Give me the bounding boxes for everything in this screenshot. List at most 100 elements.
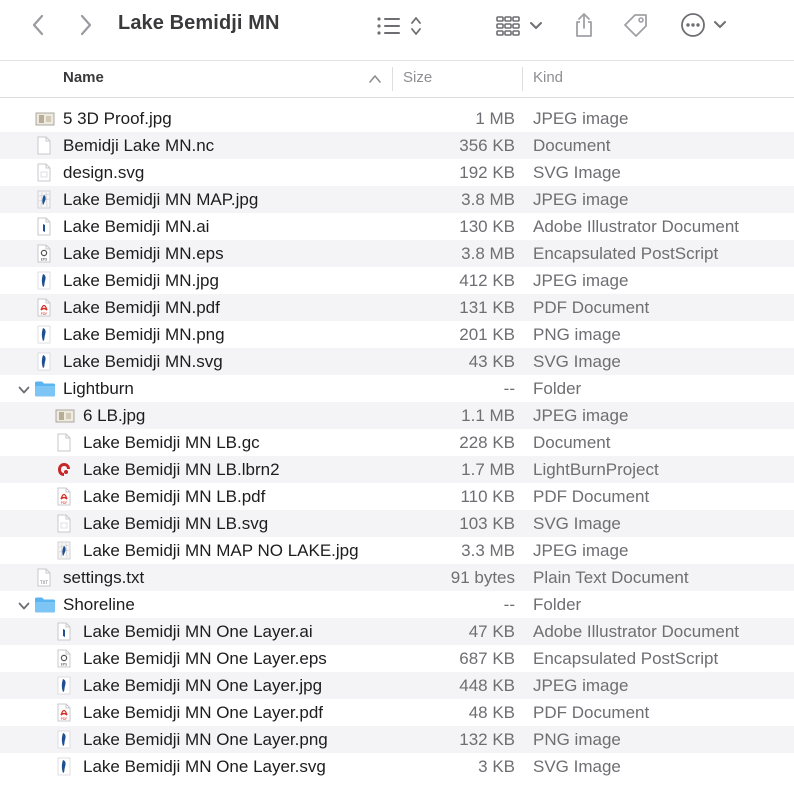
file-kind: Folder (533, 379, 582, 398)
file-size: 131 KB (459, 298, 515, 317)
file-row[interactable]: EPS Lake Bemidji MN.eps 3.8 MB Encapsulated… (0, 240, 794, 267)
file-kind: JPEG image (533, 190, 629, 209)
file-name: Lake Bemidji MN LB.pdf (83, 487, 266, 506)
file-row[interactable]: Lake Bemidji MN LB.lbrn2 1.7 MB LightBurnP… (0, 456, 794, 483)
eps-file-icon: EPS (55, 649, 75, 668)
back-button[interactable] (26, 12, 50, 38)
file-row[interactable]: design.svg 192 KB SVG Image (0, 159, 794, 186)
file-kind: Document (533, 433, 611, 452)
share-button[interactable] (570, 10, 598, 40)
file-name: Lake Bemidji MN MAP NO LAKE.jpg (83, 541, 359, 560)
file-row[interactable]: 5 3D Proof.jpg 1 MB JPEG image (0, 105, 794, 132)
forward-button[interactable] (74, 12, 98, 38)
file-row[interactable]: PDF Lake Bemidji MN.pdf 131 KB PDF Document (0, 294, 794, 321)
file-row[interactable]: Lake Bemidji MN.png 201 KB PNG image (0, 321, 794, 348)
file-size: 3.8 MB (461, 244, 515, 263)
jpeg-thumbnail-icon (35, 109, 55, 128)
file-size: 48 KB (468, 703, 515, 722)
column-kind-header[interactable]: Kind (533, 69, 563, 86)
file-size: 3.8 MB (461, 190, 515, 209)
file-row[interactable]: Lake Bemidji MN One Layer.ai 47 KB Adobe I… (0, 618, 794, 645)
file-row[interactable]: Bemidji Lake MN.nc 356 KB Document (0, 132, 794, 159)
column-size-header[interactable]: Size (403, 69, 432, 86)
list-view-icon (377, 17, 421, 35)
file-row[interactable]: Lake Bemidji MN LB.svg 103 KB SVG Image (0, 510, 794, 537)
folder-icon (34, 595, 56, 614)
file-name: Lake Bemidji MN.pdf (63, 298, 220, 317)
file-row[interactable]: EPS Lake Bemidji MN One Layer.eps 687 KB En… (0, 645, 794, 672)
file-name: Shoreline (63, 595, 135, 614)
lake-thumbnail-icon (55, 676, 75, 695)
column-divider[interactable] (522, 67, 523, 91)
file-name: Lake Bemidji MN One Layer.png (83, 730, 328, 749)
file-name: Lake Bemidji MN.ai (63, 217, 210, 236)
file-kind: Adobe Illustrator Document (533, 217, 739, 236)
file-row[interactable]: Lake Bemidji MN LB.gc 228 KB Document (0, 429, 794, 456)
lightburn-icon (55, 460, 75, 479)
file-size: 412 KB (459, 271, 515, 290)
view-options-button[interactable] (374, 12, 426, 40)
file-kind: SVG Image (533, 757, 621, 776)
file-row[interactable]: PDF Lake Bemidji MN LB.pdf 110 KB PDF Docum… (0, 483, 794, 510)
chevron-left-icon (32, 14, 44, 36)
document-icon (55, 433, 75, 452)
file-size: 3.3 MB (461, 541, 515, 560)
file-size: 1.7 MB (461, 460, 515, 479)
file-size: 43 KB (468, 352, 515, 371)
file-row[interactable]: Lake Bemidji MN MAP NO LAKE.jpg 3.3 MB JPE… (0, 537, 794, 564)
file-row[interactable]: TXT settings.txt 91 bytes Plain Text Docume… (0, 564, 794, 591)
file-name: Lake Bemidji MN One Layer.jpg (83, 676, 323, 695)
column-name-header[interactable]: Name (63, 69, 104, 86)
file-row[interactable]: Lake Bemidji MN.svg 43 KB SVG Image (0, 348, 794, 375)
file-row[interactable]: Lake Bemidji MN One Layer.svg 3 KB SVG Ima… (0, 753, 794, 780)
svg-text:TXT: TXT (39, 580, 48, 585)
file-row[interactable]: Lake Bemidji MN.jpg 412 KB JPEG image (0, 267, 794, 294)
lake-thumbnail-icon (35, 325, 55, 344)
file-size: 110 KB (460, 487, 515, 506)
file-name: Lake Bemidji MN One Layer.ai (83, 622, 313, 641)
eps-file-icon: EPS (35, 244, 55, 263)
file-row[interactable]: Lake Bemidji MN.ai 130 KB Adobe Illustrato… (0, 213, 794, 240)
disclosure-triangle-icon[interactable] (18, 599, 30, 611)
file-row[interactable]: Lake Bemidji MN One Layer.png 132 KB PNG i… (0, 726, 794, 753)
file-name: Bemidji Lake MN.nc (63, 136, 215, 155)
file-size: 1.1 MB (461, 406, 515, 425)
lake-thumbnail-icon (55, 730, 75, 749)
disclosure-triangle-icon[interactable] (18, 383, 30, 395)
file-kind: Encapsulated PostScript (533, 649, 719, 668)
svg-text:EPS: EPS (61, 663, 68, 667)
file-name: Lake Bemidji MN One Layer.pdf (83, 703, 324, 722)
file-kind: PNG image (533, 325, 621, 344)
tag-button[interactable] (620, 10, 652, 40)
window-title: Lake Bemidji MN (118, 12, 280, 34)
file-kind: JPEG image (533, 541, 629, 560)
file-name: Lake Bemidji MN.png (63, 325, 225, 344)
sort-ascending-icon[interactable] (369, 74, 381, 84)
svg-text:EPS: EPS (41, 258, 48, 262)
column-header: Name Size Kind (0, 60, 794, 98)
file-kind: PDF Document (533, 703, 650, 722)
folder-icon (34, 379, 56, 398)
group-button[interactable] (494, 12, 546, 40)
file-row[interactable]: Lake Bemidji MN One Layer.jpg 448 KB JPEG … (0, 672, 794, 699)
file-kind: JPEG image (533, 676, 629, 695)
file-size: -- (503, 595, 515, 614)
lake-thumbnail-icon (35, 352, 55, 371)
file-kind: Adobe Illustrator Document (533, 622, 739, 641)
lake-thumbnail-icon (35, 271, 55, 290)
file-name: 5 3D Proof.jpg (63, 109, 172, 128)
chevron-right-icon (80, 14, 92, 36)
file-size: 91 bytes (450, 568, 515, 587)
file-row[interactable]: PDF Lake Bemidji MN One Layer.pdf 48 KB PDF… (0, 699, 794, 726)
file-row[interactable]: Lake Bemidji MN MAP.jpg 3.8 MB JPEG image (0, 186, 794, 213)
ellipsis-circle-icon (681, 13, 726, 37)
folder-row[interactable]: Shoreline -- Folder (0, 591, 794, 618)
folder-row[interactable]: Lightburn -- Folder (0, 375, 794, 402)
file-name: Lake Bemidji MN LB.svg (83, 514, 269, 533)
column-divider[interactable] (392, 67, 393, 91)
file-kind: JPEG image (533, 109, 629, 128)
illustrator-file-icon (55, 622, 75, 641)
more-actions-button[interactable] (678, 11, 730, 39)
file-name: Lake Bemidji MN One Layer.eps (83, 649, 327, 668)
file-row[interactable]: 6 LB.jpg 1.1 MB JPEG image (0, 402, 794, 429)
